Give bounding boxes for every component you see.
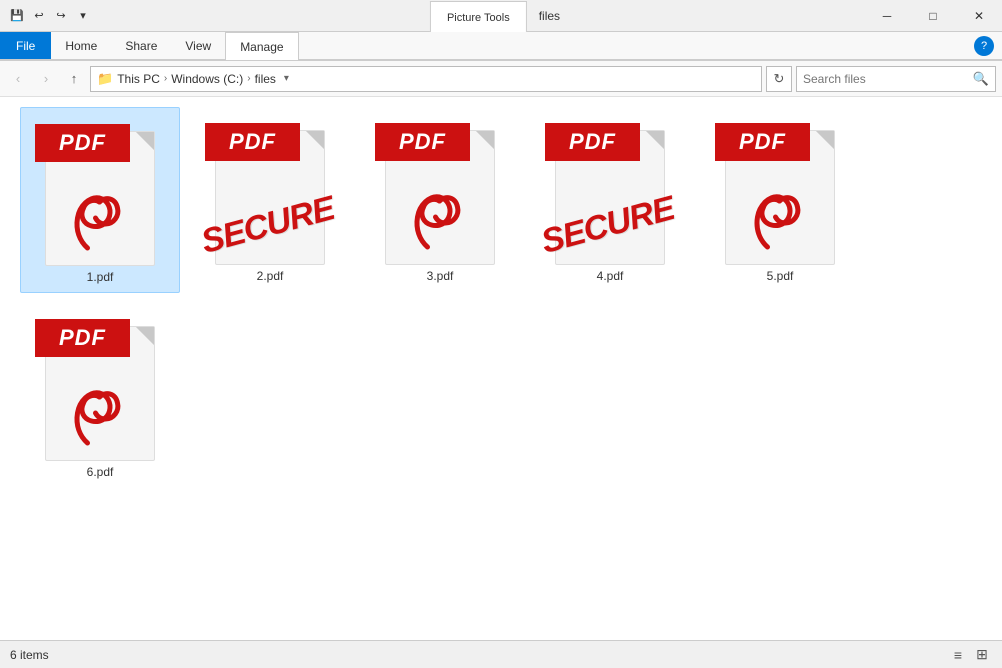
pdf-banner: PDF: [375, 123, 470, 161]
title-bar: 💾 ↩ ↪ ▾ Picture Tools files ─ □ ✕: [0, 0, 1002, 32]
file-name-label: 2.pdf: [257, 269, 284, 283]
file-icon: PDF SECURE: [545, 115, 675, 265]
file-icon: PDF: [375, 115, 505, 265]
maximize-button[interactable]: □: [910, 0, 956, 32]
search-input[interactable]: [803, 72, 969, 86]
ribbon-tabs: File Home Share View Manage ?: [0, 32, 1002, 60]
minimize-button[interactable]: ─: [864, 0, 910, 32]
acrobat-icon: [68, 381, 133, 451]
file-name-label: 4.pdf: [597, 269, 624, 283]
refresh-button[interactable]: ↻: [766, 66, 792, 92]
pdf-banner: PDF: [205, 123, 300, 161]
tab-file[interactable]: File: [0, 32, 51, 59]
address-bar: ‹ › ↑ 📁 This PC › Windows (C:) › files ▾…: [0, 61, 1002, 97]
title-center: Picture Tools files: [430, 0, 572, 31]
ribbon: File Home Share View Manage ?: [0, 32, 1002, 61]
details-view-button[interactable]: ≡: [948, 645, 968, 665]
pdf-banner: PDF: [545, 123, 640, 161]
pdf-corner-fold: [136, 327, 154, 345]
title-bar-left: 💾 ↩ ↪ ▾: [0, 0, 100, 31]
filename-text: files: [539, 9, 560, 23]
picture-tools-tab[interactable]: Picture Tools: [430, 1, 527, 32]
item-count: 6 items: [10, 648, 49, 662]
address-box[interactable]: 📁 This PC › Windows (C:) › files ▾: [90, 66, 762, 92]
acrobat-icon: [68, 186, 133, 256]
status-bar: 6 items ≡ ⊞: [0, 640, 1002, 668]
large-icons-view-button[interactable]: ⊞: [972, 645, 992, 665]
file-icon: PDF: [715, 115, 845, 265]
pdf-corner-fold: [476, 131, 494, 149]
forward-button[interactable]: ›: [34, 67, 58, 91]
search-icon: 🔍: [973, 71, 989, 87]
file-icon: PDF: [35, 116, 165, 266]
file-grid: PDF 1.pdf PDF SECURE 2.pdf: [0, 97, 1002, 641]
pdf-banner: PDF: [35, 124, 130, 162]
file-name-label: 5.pdf: [767, 269, 794, 283]
file-icon: PDF SECURE: [205, 115, 335, 265]
tab-view[interactable]: View: [171, 32, 225, 59]
pdf-banner: PDF: [715, 123, 810, 161]
crumb-files[interactable]: files: [255, 72, 276, 86]
tab-home[interactable]: Home: [51, 32, 111, 59]
quick-access-save[interactable]: 💾: [8, 7, 26, 25]
acrobat-icon: [748, 185, 813, 255]
tab-manage[interactable]: Manage: [225, 32, 298, 60]
up-button[interactable]: ↑: [62, 67, 86, 91]
list-item[interactable]: PDF 3.pdf: [360, 107, 520, 293]
quick-access-dropdown[interactable]: ▾: [74, 7, 92, 25]
pdf-corner-fold: [306, 131, 324, 149]
pdf-corner-fold: [816, 131, 834, 149]
pdf-corner-fold: [646, 131, 664, 149]
search-box[interactable]: 🔍: [796, 66, 996, 92]
list-item[interactable]: PDF 1.pdf: [20, 107, 180, 293]
picture-tools-label: Picture Tools: [447, 12, 510, 24]
quick-access-redo[interactable]: ↪: [52, 7, 70, 25]
pdf-banner: PDF: [35, 319, 130, 357]
tab-share[interactable]: Share: [111, 32, 171, 59]
file-name-label: 6.pdf: [87, 465, 114, 479]
folder-icon: 📁: [97, 71, 113, 87]
file-icon: PDF: [35, 311, 165, 461]
list-item[interactable]: PDF 6.pdf: [20, 303, 180, 487]
file-name-label: 3.pdf: [427, 269, 454, 283]
list-item[interactable]: PDF 5.pdf: [700, 107, 860, 293]
close-button[interactable]: ✕: [956, 0, 1002, 32]
view-controls: ≡ ⊞: [948, 645, 992, 665]
address-chevron-icon: ▾: [284, 73, 289, 84]
title-filename: files: [527, 0, 572, 31]
list-item[interactable]: PDF SECURE 4.pdf: [530, 107, 690, 293]
acrobat-icon: [408, 185, 473, 255]
crumb-thispc[interactable]: This PC: [117, 72, 160, 86]
back-button[interactable]: ‹: [6, 67, 30, 91]
pdf-corner-fold: [136, 132, 154, 150]
quick-access-undo[interactable]: ↩: [30, 7, 48, 25]
crumb-windows[interactable]: Windows (C:): [171, 72, 243, 86]
list-item[interactable]: PDF SECURE 2.pdf: [190, 107, 350, 293]
window-controls: ─ □ ✕: [864, 0, 1002, 31]
help-button[interactable]: ?: [974, 36, 994, 56]
file-name-label: 1.pdf: [87, 270, 114, 284]
